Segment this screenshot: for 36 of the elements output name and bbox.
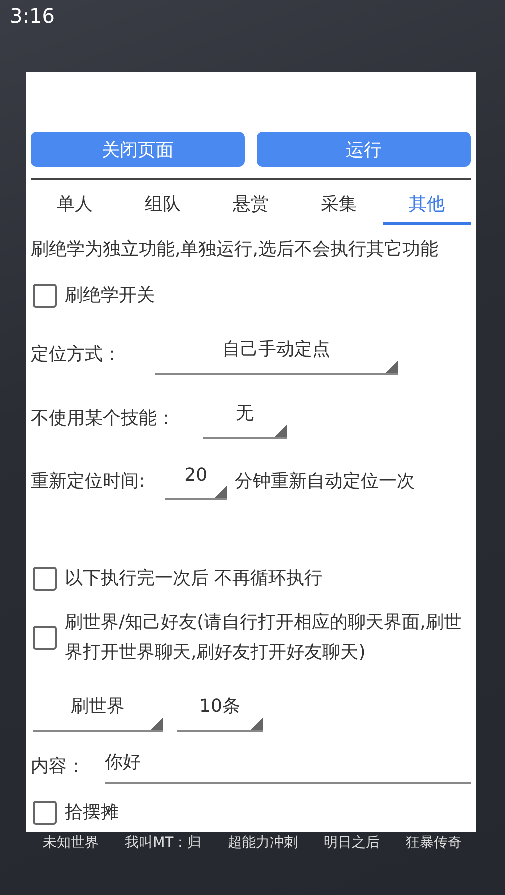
tab[interactable]: 其他 xyxy=(383,188,471,225)
setting-label: 重新定位时间: xyxy=(31,470,146,492)
dropdown[interactable]: 20 xyxy=(165,461,228,500)
tab[interactable]: 组队 xyxy=(119,188,207,225)
content-input[interactable]: 你好 xyxy=(105,748,471,784)
tab[interactable]: 采集 xyxy=(295,188,383,225)
checkbox[interactable] xyxy=(33,284,57,308)
setting-label: 不使用某个技能： xyxy=(31,407,175,430)
app-label[interactable]: 超能力冲刺 xyxy=(228,834,298,852)
checkbox-label: 刷绝学开关 xyxy=(65,284,155,308)
app-label[interactable]: 狂暴传奇 xyxy=(406,834,462,852)
dropdown[interactable]: 刷世界 xyxy=(33,690,163,732)
setting-suffix: 分钟重新自动定位一次 xyxy=(235,470,416,492)
dropdown-arrow-icon xyxy=(386,361,398,373)
checkbox[interactable] xyxy=(33,801,57,825)
status-time: 3:16 xyxy=(10,4,55,28)
checkbox-label: 刷世界/知己好友(请自行打开相应的聊天界面,刷世界打开世界聊天,刷好友打开好友聊天) xyxy=(65,611,463,665)
checkbox-label: 以下执行完一次后 不再循环执行 xyxy=(65,567,323,591)
dropdown-arrow-icon xyxy=(215,486,228,498)
tab[interactable]: 单人 xyxy=(31,188,119,225)
checkbox-label: 拾摆摊 xyxy=(65,801,119,825)
checkbox[interactable] xyxy=(33,626,57,650)
dropdown-arrow-icon xyxy=(251,718,263,730)
app-label[interactable]: 未知世界 xyxy=(43,834,100,852)
dropdown[interactable]: 自己手动定点 xyxy=(155,333,398,375)
dropdown-arrow-icon xyxy=(275,425,287,437)
field-label: 内容： xyxy=(31,755,85,778)
setting-label: 定位方式： xyxy=(31,343,121,366)
dropdown-arrow-icon xyxy=(151,718,163,730)
app-label[interactable]: 明日之后 xyxy=(324,834,380,852)
app-label[interactable]: 我叫MT：归 xyxy=(125,834,202,852)
tab[interactable]: 悬赏 xyxy=(207,188,295,225)
checkbox[interactable] xyxy=(33,567,57,591)
dropdown[interactable]: 10条 xyxy=(177,690,263,732)
dropdown[interactable]: 无 xyxy=(203,397,287,439)
description-text: 刷绝学为独立功能,单独运行,选后不会执行其它功能 xyxy=(31,238,440,262)
